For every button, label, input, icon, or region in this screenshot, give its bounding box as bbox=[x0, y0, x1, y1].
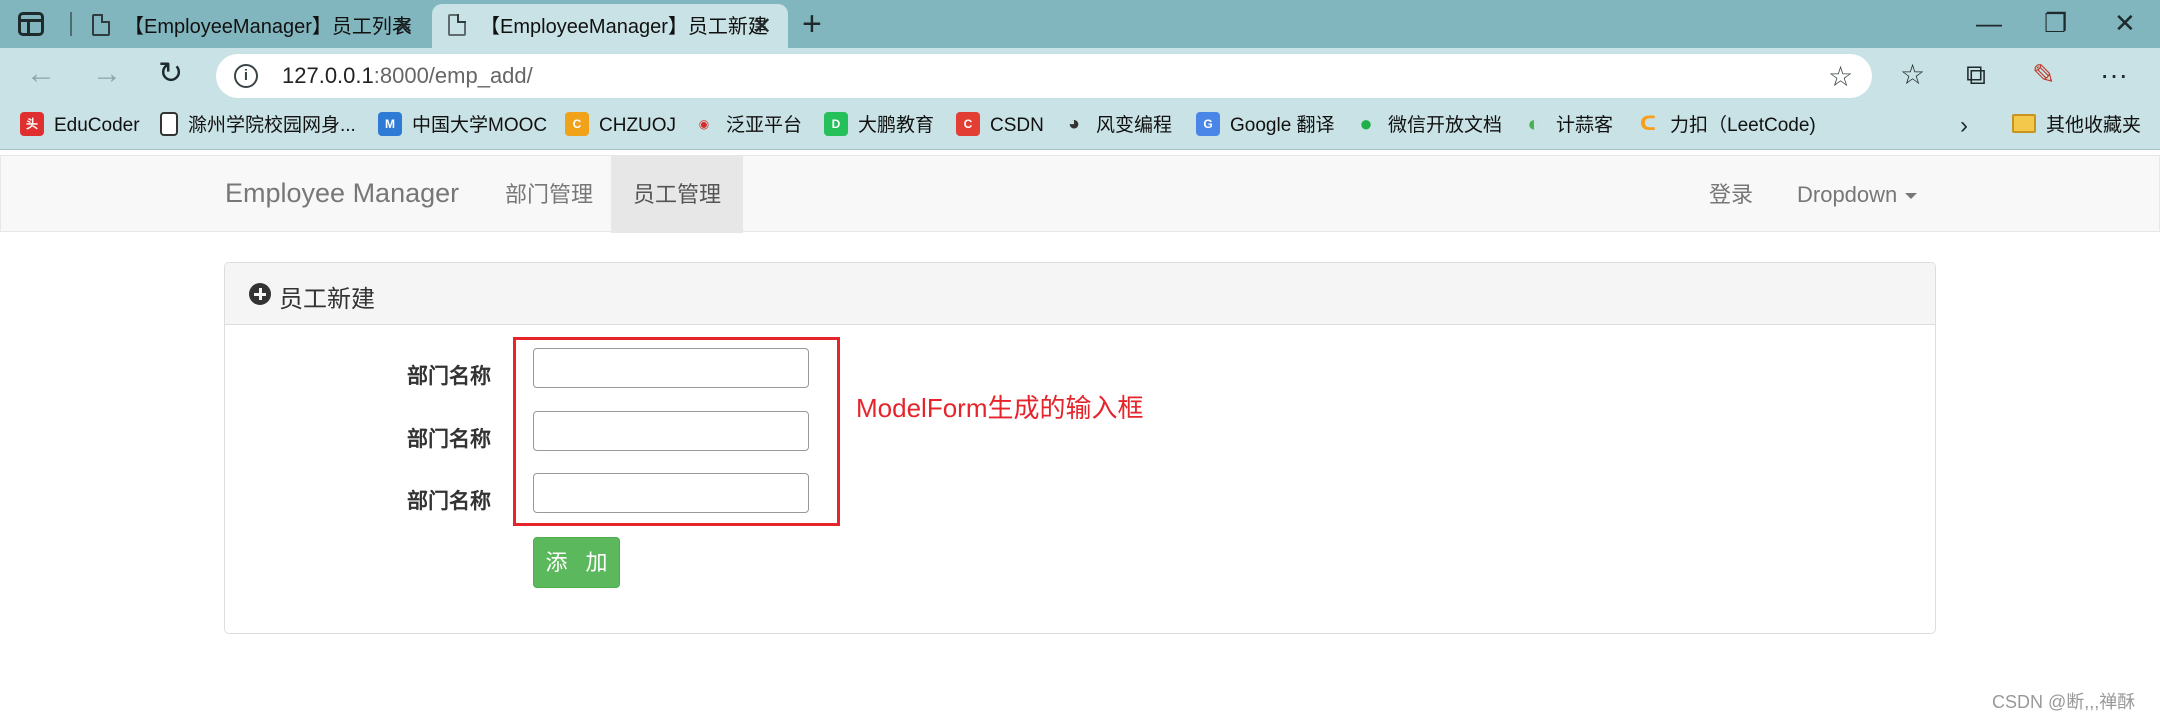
bookmark-item[interactable]: 头 EduCoder bbox=[20, 111, 140, 141]
reload-button[interactable]: ↻ bbox=[158, 58, 183, 90]
wechat-icon: ● bbox=[1359, 110, 1373, 136]
app-navbar: Employee Manager 部门管理 员工管理 登录 Dropdown bbox=[0, 155, 2160, 233]
close-icon[interactable]: ✕ bbox=[752, 7, 772, 47]
dropdown-toggle[interactable]: Dropdown bbox=[1775, 156, 1939, 233]
url-host: 127.0.0.1 bbox=[282, 63, 374, 88]
collections-icon[interactable]: ⧉ bbox=[1966, 58, 1986, 92]
tab-title: 【EmployeeManager】员工列表 bbox=[124, 16, 412, 38]
chevron-right-icon[interactable]: › bbox=[1960, 112, 1968, 140]
url-text[interactable]: 127.0.0.1:8000/emp_add/ bbox=[282, 63, 533, 89]
navbar-brand[interactable]: Employee Manager bbox=[225, 178, 459, 209]
fanya-icon: ◉ bbox=[698, 116, 710, 131]
page-icon bbox=[448, 14, 466, 36]
tab-divider bbox=[70, 12, 72, 36]
address-bar[interactable]: i 127.0.0.1:8000/emp_add/ ☆ bbox=[216, 54, 1872, 98]
csdn-icon: C bbox=[956, 111, 980, 136]
bookmark-label: Google 翻译 bbox=[1230, 115, 1335, 136]
panda-icon: ◕ bbox=[1067, 112, 1081, 135]
bookmark-item[interactable]: ◉ 泛亚平台 bbox=[692, 111, 802, 141]
tab-actions-icon[interactable] bbox=[18, 12, 44, 36]
more-menu-icon[interactable]: ··· bbox=[2100, 58, 2128, 92]
bookmark-label: 滁州学院校园网身... bbox=[188, 115, 356, 136]
bookmark-item[interactable]: C CHZUOJ bbox=[565, 111, 676, 141]
panel-title: 员工新建 bbox=[279, 286, 375, 313]
bookmarks-bar: 头 EduCoder 滁州学院校园网身... M 中国大学MOOC C CHZUOJ … bbox=[0, 104, 2160, 150]
bookmark-label: CHZUOJ bbox=[599, 115, 677, 136]
new-tab-button[interactable]: + bbox=[802, 4, 822, 44]
url-path: :8000/emp_add/ bbox=[373, 63, 533, 88]
leetcode-icon: ᑕ bbox=[1639, 112, 1657, 135]
restore-button[interactable]: ❐ bbox=[2044, 8, 2067, 39]
minimize-button[interactable]: — bbox=[1976, 8, 2002, 39]
bookmark-label: 泛亚平台 bbox=[726, 115, 803, 136]
employee-create-panel: 员工新建 部门名称 部门名称 部门名称 添 加 bbox=[224, 262, 1936, 634]
window-close-button[interactable]: ✕ bbox=[2114, 8, 2136, 39]
bookmark-label: 力扣（LeetCode) bbox=[1670, 115, 1816, 136]
field-label: 部门名称 bbox=[407, 365, 491, 388]
bookmark-label: 计蒜客 bbox=[1556, 115, 1614, 136]
browser-tab-employee-list[interactable]: 【EmployeeManager】员工列表 ✕ bbox=[76, 4, 424, 48]
nav-item-employees[interactable]: 员工管理 bbox=[611, 156, 744, 233]
field-label: 部门名称 bbox=[407, 428, 491, 451]
dropdown-label: Dropdown bbox=[1797, 182, 1898, 207]
bookmark-label: 大鹏教育 bbox=[858, 115, 935, 136]
mooc-icon: M bbox=[378, 111, 402, 136]
watermark: CSDN @断,,,禅酥 bbox=[1992, 692, 2136, 712]
bookmark-label: 中国大学MOOC bbox=[412, 115, 548, 136]
jisuanke-icon: ◐ bbox=[1527, 110, 1541, 136]
bookmark-item[interactable]: 滁州学院校园网身... bbox=[160, 111, 356, 141]
dapeng-icon: D bbox=[824, 111, 848, 136]
login-link[interactable]: 登录 bbox=[1687, 156, 1775, 233]
bookmark-item[interactable]: M 中国大学MOOC bbox=[378, 111, 547, 141]
bookmark-item[interactable]: ᑕ 力扣（LeetCode) bbox=[1636, 111, 1816, 141]
nav-item-departments[interactable]: 部门管理 bbox=[483, 156, 615, 233]
favorites-icon[interactable]: ☆ bbox=[1900, 58, 1925, 92]
bookmark-label: CSDN bbox=[990, 115, 1044, 136]
back-button[interactable]: ← bbox=[26, 58, 56, 90]
browser-toolbar: ← → ↻ i 127.0.0.1:8000/emp_add/ ☆ ☆ ⧉ ✎ … bbox=[0, 48, 2160, 104]
bookmark-label: EduCoder bbox=[54, 115, 140, 136]
field-label: 部门名称 bbox=[407, 490, 491, 513]
bookmark-label: 微信开放文档 bbox=[1388, 115, 1503, 136]
annotation-text: ModelForm生成的输入框 bbox=[856, 393, 1144, 423]
annotation-highlight-box bbox=[513, 337, 840, 526]
caret-down-icon bbox=[1905, 193, 1918, 200]
tab-title: 【EmployeeManager】员工新建 bbox=[480, 16, 768, 38]
plus-circle-icon bbox=[249, 283, 271, 305]
page-icon bbox=[92, 14, 110, 36]
bookmark-item[interactable]: D 大鹏教育 bbox=[824, 111, 934, 141]
add-favorite-icon[interactable]: ☆ bbox=[1828, 60, 1853, 93]
google-translate-icon: G bbox=[1196, 111, 1220, 136]
bookmark-label: 风变编程 bbox=[1096, 115, 1173, 136]
toutiao-icon: 头 bbox=[20, 111, 44, 136]
other-favorites-label: 其他收藏夹 bbox=[2046, 115, 2142, 136]
bookmark-item[interactable]: ◐ 计蒜客 bbox=[1522, 111, 1613, 141]
close-icon[interactable]: ✕ bbox=[394, 7, 414, 47]
browser-tab-employee-add[interactable]: 【EmployeeManager】员工新建 ✕ bbox=[432, 4, 788, 48]
extension-icon[interactable]: ✎ bbox=[2032, 58, 2055, 92]
panel-heading: 员工新建 bbox=[225, 263, 1935, 325]
site-info-icon[interactable]: i bbox=[234, 64, 258, 88]
page-icon bbox=[160, 111, 178, 136]
other-favorites[interactable]: 其他收藏夹 bbox=[2012, 111, 2141, 141]
bookmark-item[interactable]: ◕ 风变编程 bbox=[1062, 111, 1172, 141]
browser-tab-strip: 【EmployeeManager】员工列表 ✕ 【EmployeeManager… bbox=[0, 0, 2160, 48]
chzuoj-icon: C bbox=[565, 111, 589, 136]
bookmark-item[interactable]: ● 微信开放文档 bbox=[1354, 111, 1502, 141]
bookmark-item[interactable]: C CSDN bbox=[956, 111, 1044, 141]
add-button[interactable]: 添 加 bbox=[533, 537, 620, 588]
screenshot-root: 【EmployeeManager】员工列表 ✕ 【EmployeeManager… bbox=[0, 0, 2160, 721]
forward-button[interactable]: → bbox=[92, 58, 122, 90]
folder-icon bbox=[2012, 114, 2036, 134]
bookmark-item[interactable]: G Google 翻译 bbox=[1196, 111, 1335, 141]
